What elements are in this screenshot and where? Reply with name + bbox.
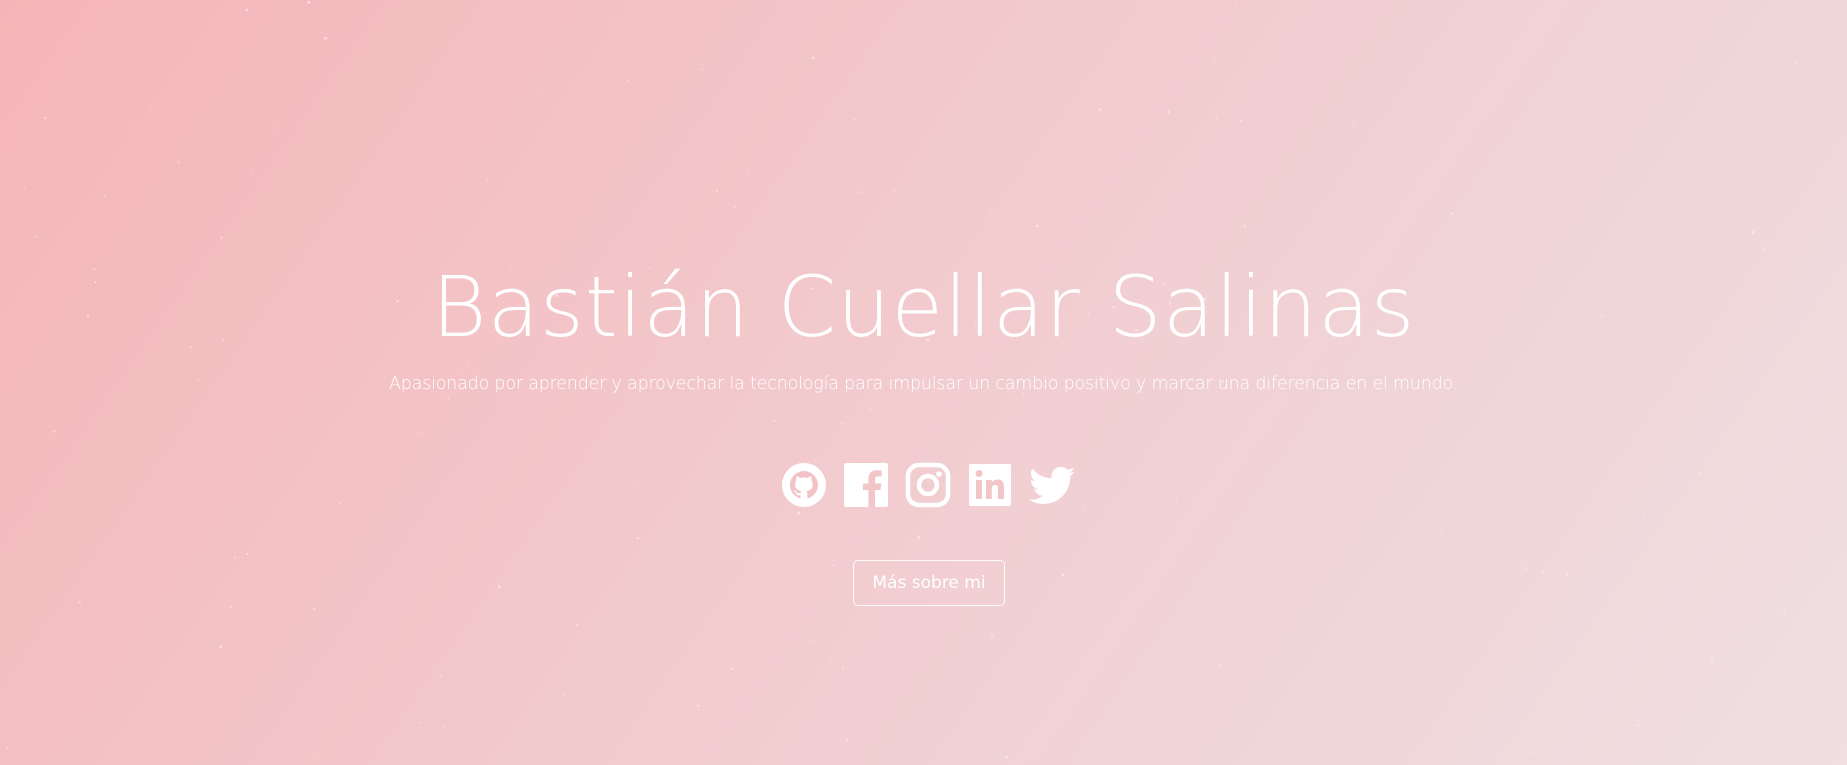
hero-section: Bastián Cuellar Salinas Apasionado por a… — [0, 0, 1847, 765]
more-about-me-button[interactable]: Más sobre mi — [853, 560, 1005, 606]
twitter-icon — [1029, 466, 1075, 504]
linkedin-link[interactable] — [966, 461, 1014, 509]
page-title: Bastián Cuellar Salinas — [431, 258, 1416, 356]
github-icon — [782, 463, 826, 507]
twitter-link[interactable] — [1028, 461, 1076, 509]
tagline: Apasionado por aprender y aprovechar la … — [388, 374, 1459, 394]
linkedin-icon — [969, 464, 1011, 506]
social-links — [780, 460, 1080, 510]
facebook-icon — [844, 463, 888, 507]
instagram-link[interactable] — [904, 461, 952, 509]
github-link[interactable] — [780, 461, 828, 509]
instagram-icon — [905, 462, 951, 508]
facebook-link[interactable] — [842, 461, 890, 509]
